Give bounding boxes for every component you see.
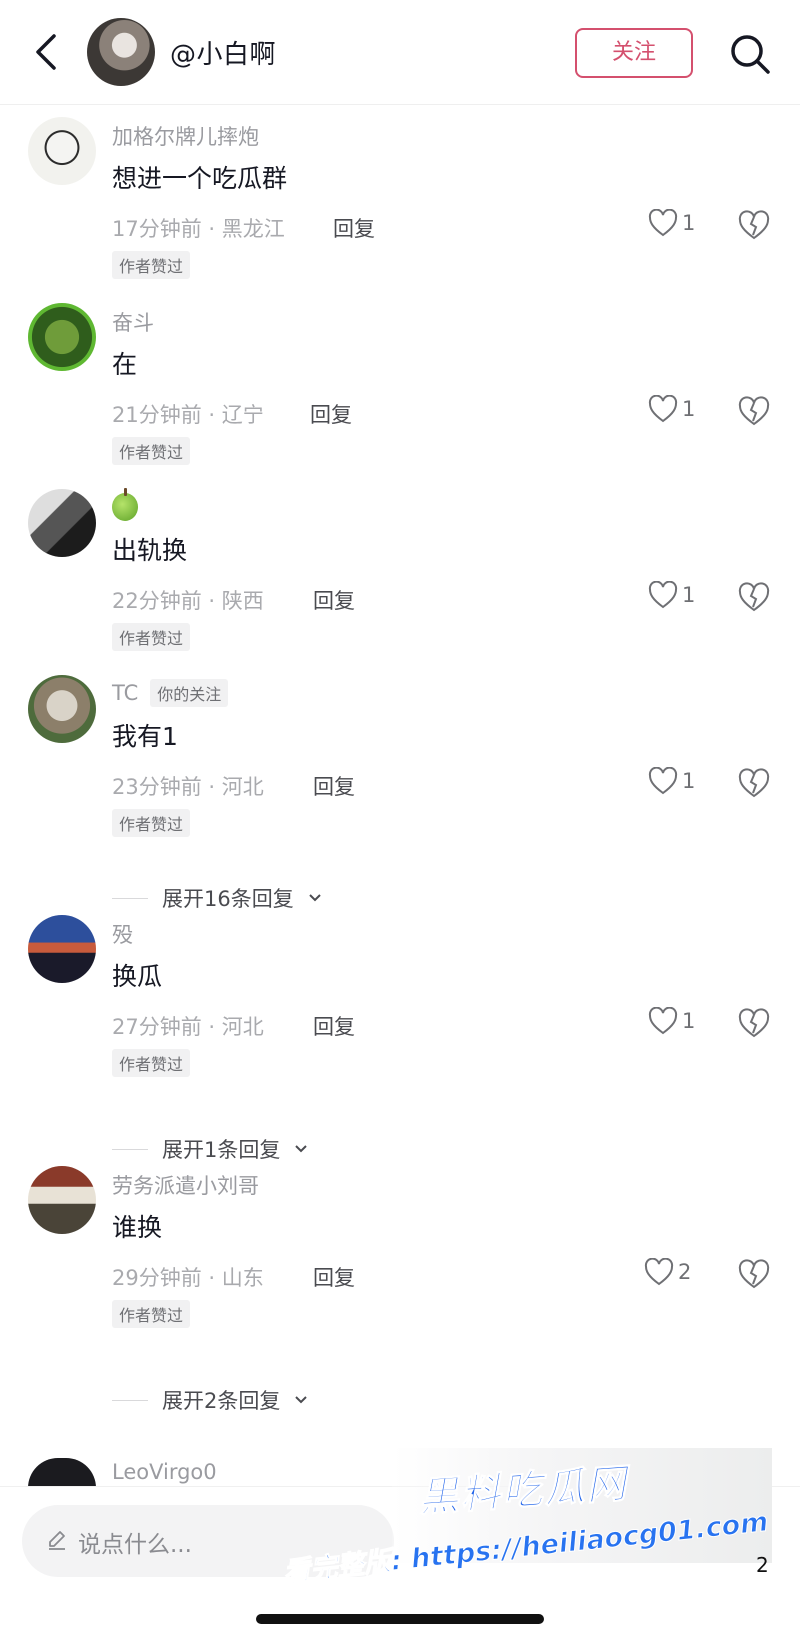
commenter-avatar[interactable] <box>28 675 96 743</box>
commenter-avatar[interactable] <box>28 303 96 371</box>
commenter-nickname[interactable] <box>112 488 138 521</box>
reply-button[interactable]: 回复 <box>333 213 375 243</box>
commenter-nickname[interactable]: 加格尔牌儿摔炮 <box>112 121 259 151</box>
commenter-nickname[interactable]: 殁 <box>112 919 133 949</box>
like-count: 1 <box>682 211 696 235</box>
author-liked-badge: 作者赞过 <box>112 437 191 465</box>
comment-meta: 27分钟前 · 河北 <box>112 1015 264 1039</box>
expand-replies-button[interactable]: 展开1条回复 <box>112 1134 308 1164</box>
like-count: 1 <box>682 1009 696 1033</box>
comment-meta: 21分钟前 · 辽宁 <box>112 403 264 427</box>
pencil-icon <box>49 1531 65 1550</box>
comment-meta: 17分钟前 · 黑龙江 <box>112 217 285 241</box>
follow-button[interactable]: 关注 <box>575 28 693 78</box>
heart-icon <box>648 395 678 423</box>
heart-icon <box>648 767 678 795</box>
heart-icon <box>648 1007 678 1035</box>
broken-heart-icon[interactable] <box>738 767 770 799</box>
author-liked-badge: 作者赞过 <box>112 623 191 651</box>
like-button[interactable]: 1 <box>648 581 695 609</box>
comment-text: 想进一个吃瓜群 <box>112 164 288 193</box>
commenter-nickname[interactable]: 奋斗 <box>112 307 154 337</box>
reply-button[interactable]: 回复 <box>310 399 352 429</box>
commenter-nickname[interactable]: LeoVirgo0 <box>112 1460 217 1484</box>
author-liked-badge: 作者赞过 <box>112 809 191 837</box>
comment-item: 奋斗 在 21分钟前 · 辽宁 回复 作者赞过 1 <box>0 303 800 465</box>
comment-item: 劳务派遣小刘哥 谁换 29分钟前 · 山东 回复 作者赞过 2 <box>0 1166 800 1328</box>
comment-count: 2 <box>756 1553 769 1577</box>
commenter-avatar[interactable] <box>28 915 96 983</box>
author-liked-badge: 作者赞过 <box>112 1300 191 1328</box>
comment-meta: 23分钟前 · 河北 <box>112 775 264 799</box>
commenter-nickname[interactable]: 劳务派遣小刘哥 <box>112 1170 259 1200</box>
chevron-left-icon[interactable] <box>30 32 64 72</box>
reply-button[interactable]: 回复 <box>313 1262 355 1292</box>
like-count: 1 <box>682 583 696 607</box>
author-avatar[interactable] <box>87 18 155 86</box>
divider <box>112 897 148 899</box>
like-button[interactable]: 1 <box>648 395 695 423</box>
chevron-down-icon <box>309 894 321 902</box>
expand-replies-button[interactable]: 展开2条回复 <box>112 1385 308 1415</box>
comment-item: 加格尔牌儿摔炮 想进一个吃瓜群 17分钟前 · 黑龙江 回复 作者赞过 1 <box>0 117 800 279</box>
heart-icon <box>648 209 678 237</box>
heart-icon <box>644 1258 674 1286</box>
comment-meta: 22分钟前 · 陕西 <box>112 589 264 613</box>
comment-meta: 29分钟前 · 山东 <box>112 1266 264 1290</box>
expand-replies-button[interactable]: 展开16条回复 <box>112 883 322 913</box>
commenter-nickname[interactable]: TC 你的关注 <box>112 679 229 707</box>
comment-text: 谁换 <box>112 1213 163 1242</box>
comment-text: 换瓜 <box>112 962 163 991</box>
green-apple-icon <box>112 488 138 521</box>
author-username[interactable]: @小白啊 <box>170 34 276 71</box>
commenter-avatar[interactable] <box>28 1166 96 1234</box>
broken-heart-icon[interactable] <box>738 1007 770 1039</box>
commenter-avatar[interactable] <box>28 489 96 557</box>
comment-item: TC 你的关注 我有1 23分钟前 · 河北 回复 作者赞过 1 <box>0 675 800 837</box>
comment-text: 出轨换 <box>112 536 188 565</box>
like-button[interactable]: 1 <box>648 209 695 237</box>
top-bar: @小白啊 关注 <box>0 0 800 105</box>
input-placeholder: 说点什么... <box>78 1532 192 1558</box>
commenter-avatar[interactable] <box>28 1458 96 1488</box>
broken-heart-icon[interactable] <box>738 1258 770 1290</box>
divider <box>112 1148 148 1150</box>
like-count: 2 <box>678 1260 692 1284</box>
like-button[interactable]: 1 <box>648 1007 695 1035</box>
broken-heart-icon[interactable] <box>738 395 770 427</box>
like-button[interactable]: 1 <box>648 767 695 795</box>
chevron-down-icon <box>295 1396 308 1404</box>
divider <box>112 1399 148 1401</box>
broken-heart-icon[interactable] <box>738 209 770 241</box>
like-button[interactable]: 2 <box>644 1258 691 1286</box>
chevron-down-icon <box>295 1145 308 1153</box>
following-tag: 你的关注 <box>150 679 229 707</box>
author-liked-badge: 作者赞过 <box>112 1049 191 1077</box>
home-indicator[interactable] <box>256 1614 544 1624</box>
author-liked-badge: 作者赞过 <box>112 251 191 279</box>
broken-heart-icon[interactable] <box>738 581 770 613</box>
comment-text: 在 <box>112 350 138 379</box>
like-count: 1 <box>682 397 696 421</box>
reply-button[interactable]: 回复 <box>313 1011 355 1041</box>
heart-icon <box>648 581 678 609</box>
comment-text: 我有1 <box>112 722 178 751</box>
like-count: 1 <box>682 769 696 793</box>
search-icon[interactable] <box>728 32 772 76</box>
reply-button[interactable]: 回复 <box>313 771 355 801</box>
commenter-avatar[interactable] <box>28 117 96 185</box>
comment-item: 殁 换瓜 27分钟前 · 河北 回复 作者赞过 1 <box>0 915 800 1077</box>
reply-button[interactable]: 回复 <box>313 585 355 615</box>
comment-item: 出轨换 22分钟前 · 陕西 回复 作者赞过 1 <box>0 488 800 651</box>
